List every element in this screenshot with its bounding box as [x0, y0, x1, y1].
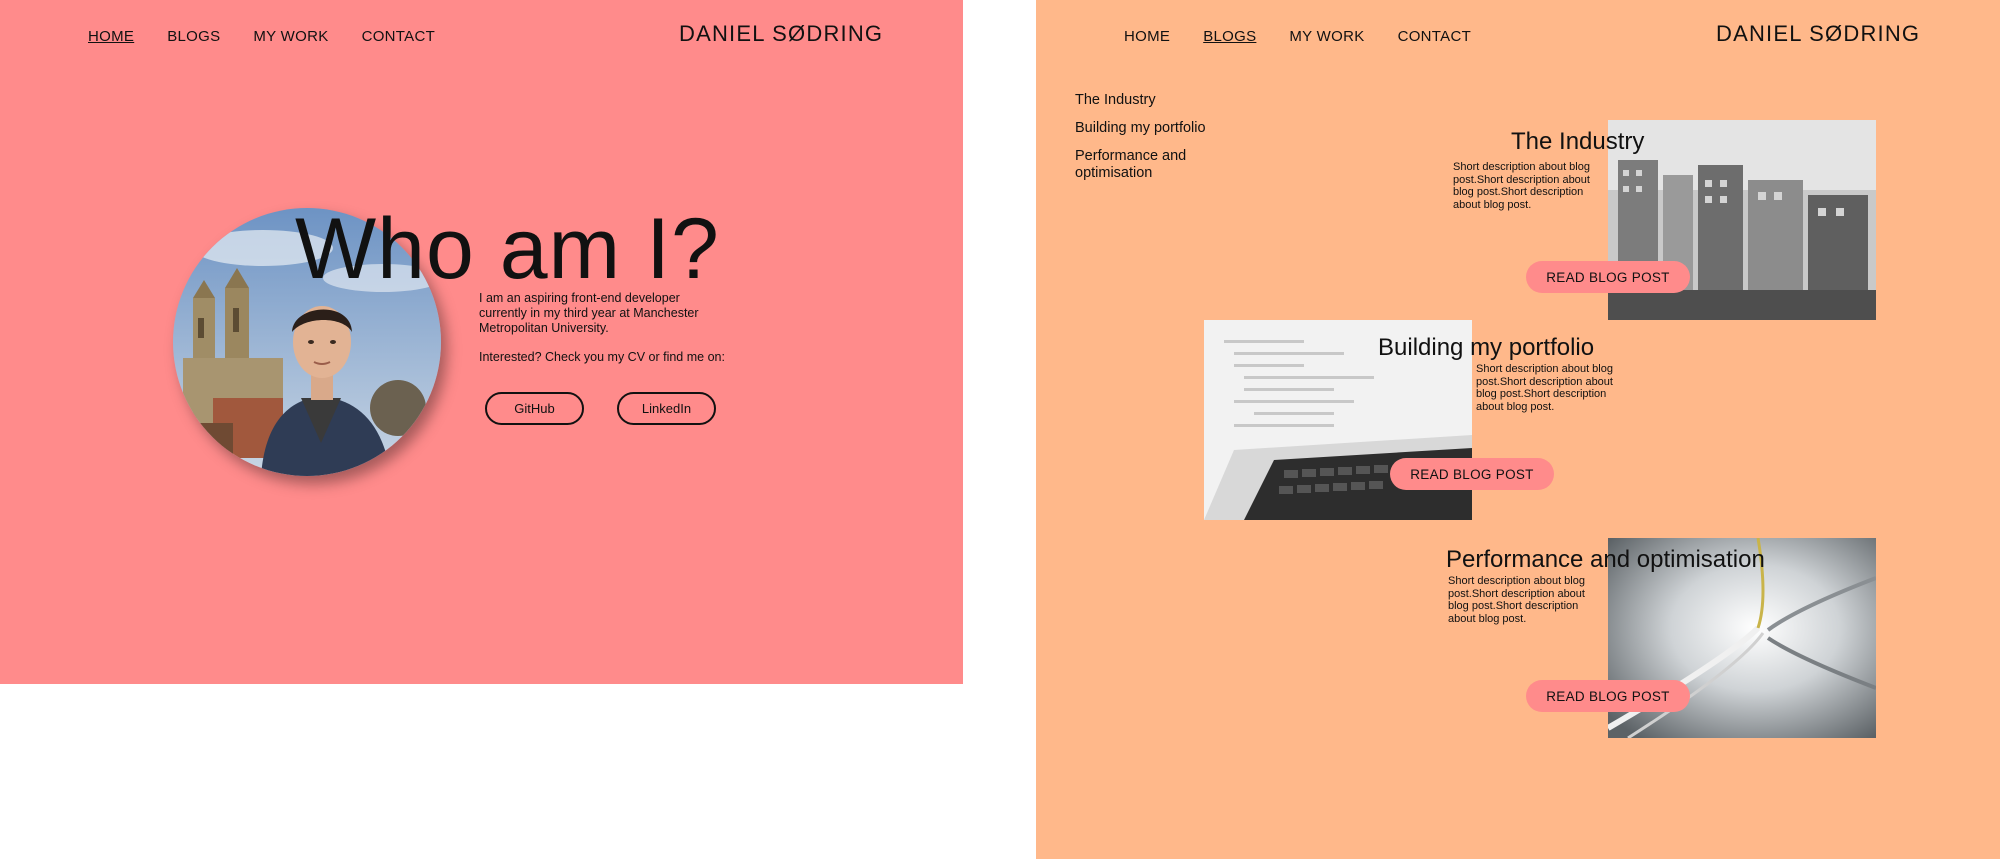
toc-link-the-industry[interactable]: The Industry: [1075, 92, 1225, 109]
github-button[interactable]: GitHub: [485, 392, 584, 425]
post-1-read-button[interactable]: READ BLOG POST: [1526, 261, 1690, 293]
nav-home-link[interactable]: HOME: [1124, 28, 1170, 45]
blogs-nav: HOME BLOGS MY WORK CONTACT: [1124, 28, 1471, 45]
home-page: HOME BLOGS MY WORK CONTACT DANIEL SØDRIN…: [0, 0, 963, 684]
nav-contact-link[interactable]: CONTACT: [362, 28, 435, 45]
nav-blogs-link[interactable]: BLOGS: [167, 28, 220, 45]
post-2-title: Building my portfolio: [1378, 334, 1595, 361]
nav-blogs-link[interactable]: BLOGS: [1203, 28, 1256, 45]
nav-my-work-link[interactable]: MY WORK: [1289, 28, 1364, 45]
toc-link-performance[interactable]: Performance and optimisation: [1075, 148, 1225, 182]
nav-home-link[interactable]: HOME: [88, 28, 134, 45]
linkedin-button[interactable]: LinkedIn: [617, 392, 716, 425]
page: HOME BLOGS MY WORK CONTACT DANIEL SØDRIN…: [0, 0, 2000, 859]
site-brand[interactable]: DANIEL SØDRING: [679, 21, 883, 47]
post-2-description: Short description about blog post.Short …: [1476, 363, 1613, 413]
post-3-title: Performance and optimisation: [1446, 546, 1765, 573]
nav-contact-link[interactable]: CONTACT: [1398, 28, 1471, 45]
site-brand[interactable]: DANIEL SØDRING: [1716, 21, 1920, 47]
home-nav: HOME BLOGS MY WORK CONTACT: [88, 28, 435, 45]
intro-text: I am an aspiring front-end developer cur…: [479, 291, 699, 335]
intro-cta-text: Interested? Check you my CV or find me o…: [479, 350, 725, 364]
post-3-description: Short description about blog post.Short …: [1448, 575, 1585, 625]
post-1-title: The Industry: [1511, 128, 1645, 155]
post-3-read-button[interactable]: READ BLOG POST: [1526, 680, 1690, 712]
post-2-read-button[interactable]: READ BLOG POST: [1390, 458, 1554, 490]
nav-my-work-link[interactable]: MY WORK: [253, 28, 328, 45]
hero-title: Who am I?: [295, 201, 720, 297]
blog-index: The Industry Building my portfolio Perfo…: [1075, 92, 1225, 193]
post-1-description: Short description about blog post.Short …: [1453, 161, 1590, 211]
toc-link-building-my-portfolio[interactable]: Building my portfolio: [1075, 120, 1225, 137]
blogs-page: HOME BLOGS MY WORK CONTACT DANIEL SØDRIN…: [1036, 0, 2000, 859]
